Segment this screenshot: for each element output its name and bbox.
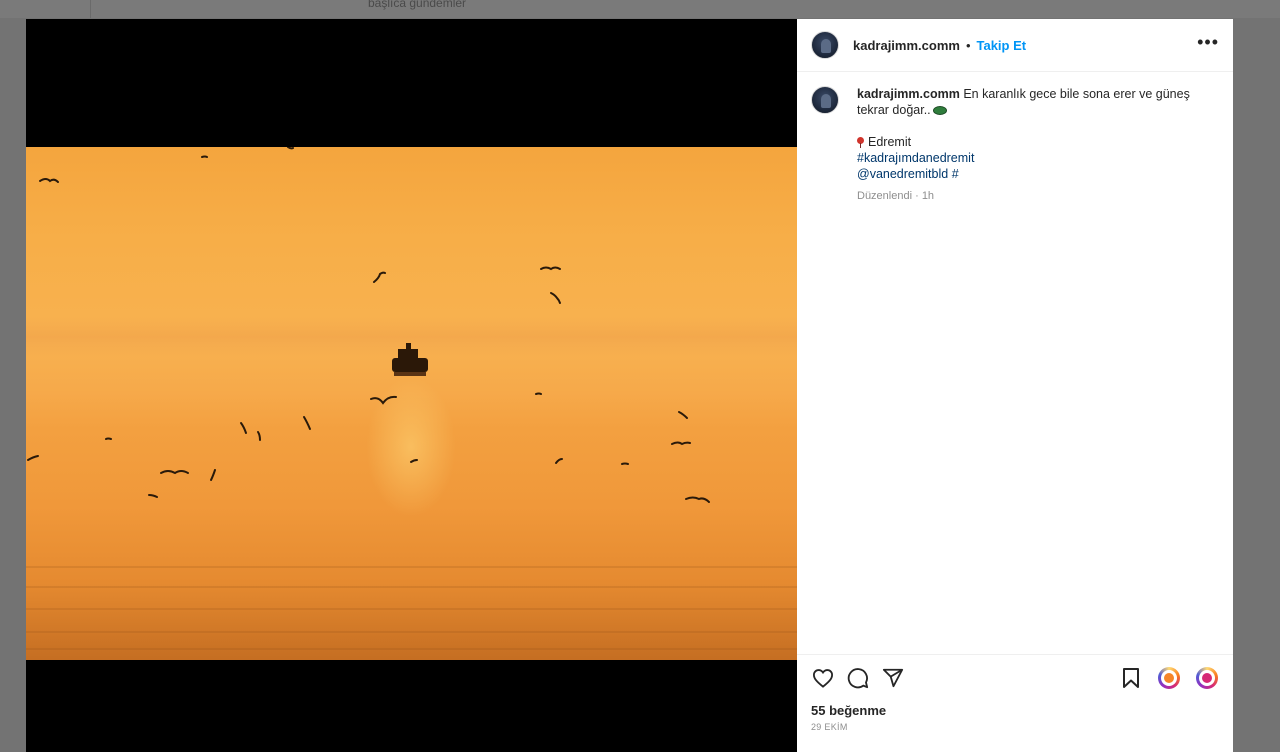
post-media — [26, 19, 797, 752]
edited-meta: Düzenlendi · 1h — [857, 190, 935, 202]
post-modal: kadrajimm.comm • Takip Et ••• kadrajimm.… — [26, 19, 1233, 752]
hashtag-link[interactable]: #kadrajımdanedremit — [857, 150, 1217, 166]
post-photo[interactable] — [26, 147, 797, 660]
comments-section: kadrajimm.comm En karanlık gece bile son… — [797, 72, 1233, 654]
caption-avatar[interactable] — [811, 86, 839, 114]
location-text: Edremit — [868, 135, 912, 149]
right-actions — [1105, 666, 1219, 690]
caption-username[interactable]: kadrajimm.comm — [857, 87, 960, 101]
hash-link[interactable]: # — [952, 167, 959, 181]
extension-icon[interactable] — [1157, 666, 1181, 690]
mention-link[interactable]: @vanedremitbld — [857, 167, 948, 181]
separator-dot: • — [965, 37, 971, 53]
car-emoji-icon — [932, 106, 947, 116]
background-divider — [90, 0, 91, 18]
comment-icon[interactable] — [846, 666, 870, 690]
author-username[interactable]: kadrajimm.comm — [853, 38, 960, 53]
background-page: başlıca gündemler — [0, 0, 1280, 18]
follow-button[interactable]: Takip Et — [977, 38, 1027, 53]
avatar[interactable] — [811, 31, 839, 59]
caption-body: kadrajimm.comm En karanlık gece bile son… — [857, 86, 1217, 204]
post-date[interactable]: 29 EKİM — [811, 722, 1219, 732]
action-bar — [811, 663, 1219, 693]
photo-scene — [26, 147, 797, 650]
location-line: Edremit — [857, 134, 1217, 150]
actions-section: 55 beğenme 29 EKİM — [797, 654, 1233, 752]
bookmark-icon[interactable] — [1119, 666, 1143, 690]
heart-icon[interactable] — [811, 666, 835, 690]
likes-count[interactable]: 55 beğenme — [811, 703, 1219, 718]
send-icon[interactable] — [881, 666, 905, 690]
more-options-icon[interactable]: ••• — [1197, 33, 1219, 57]
extension-icon[interactable] — [1195, 666, 1219, 690]
boat — [392, 343, 428, 376]
post-header: kadrajimm.comm • Takip Et ••• — [797, 19, 1233, 72]
background-heading: başlıca gündemler — [368, 0, 467, 10]
pin-icon — [857, 137, 864, 148]
post-sidebar: kadrajimm.comm • Takip Et ••• kadrajimm.… — [797, 19, 1233, 752]
caption-extra: Edremit #kadrajımdanedremit @vanedremitb… — [857, 134, 1217, 182]
caption-row: kadrajimm.comm En karanlık gece bile son… — [811, 86, 1219, 204]
mention-line: @vanedremitbld # — [857, 167, 959, 181]
